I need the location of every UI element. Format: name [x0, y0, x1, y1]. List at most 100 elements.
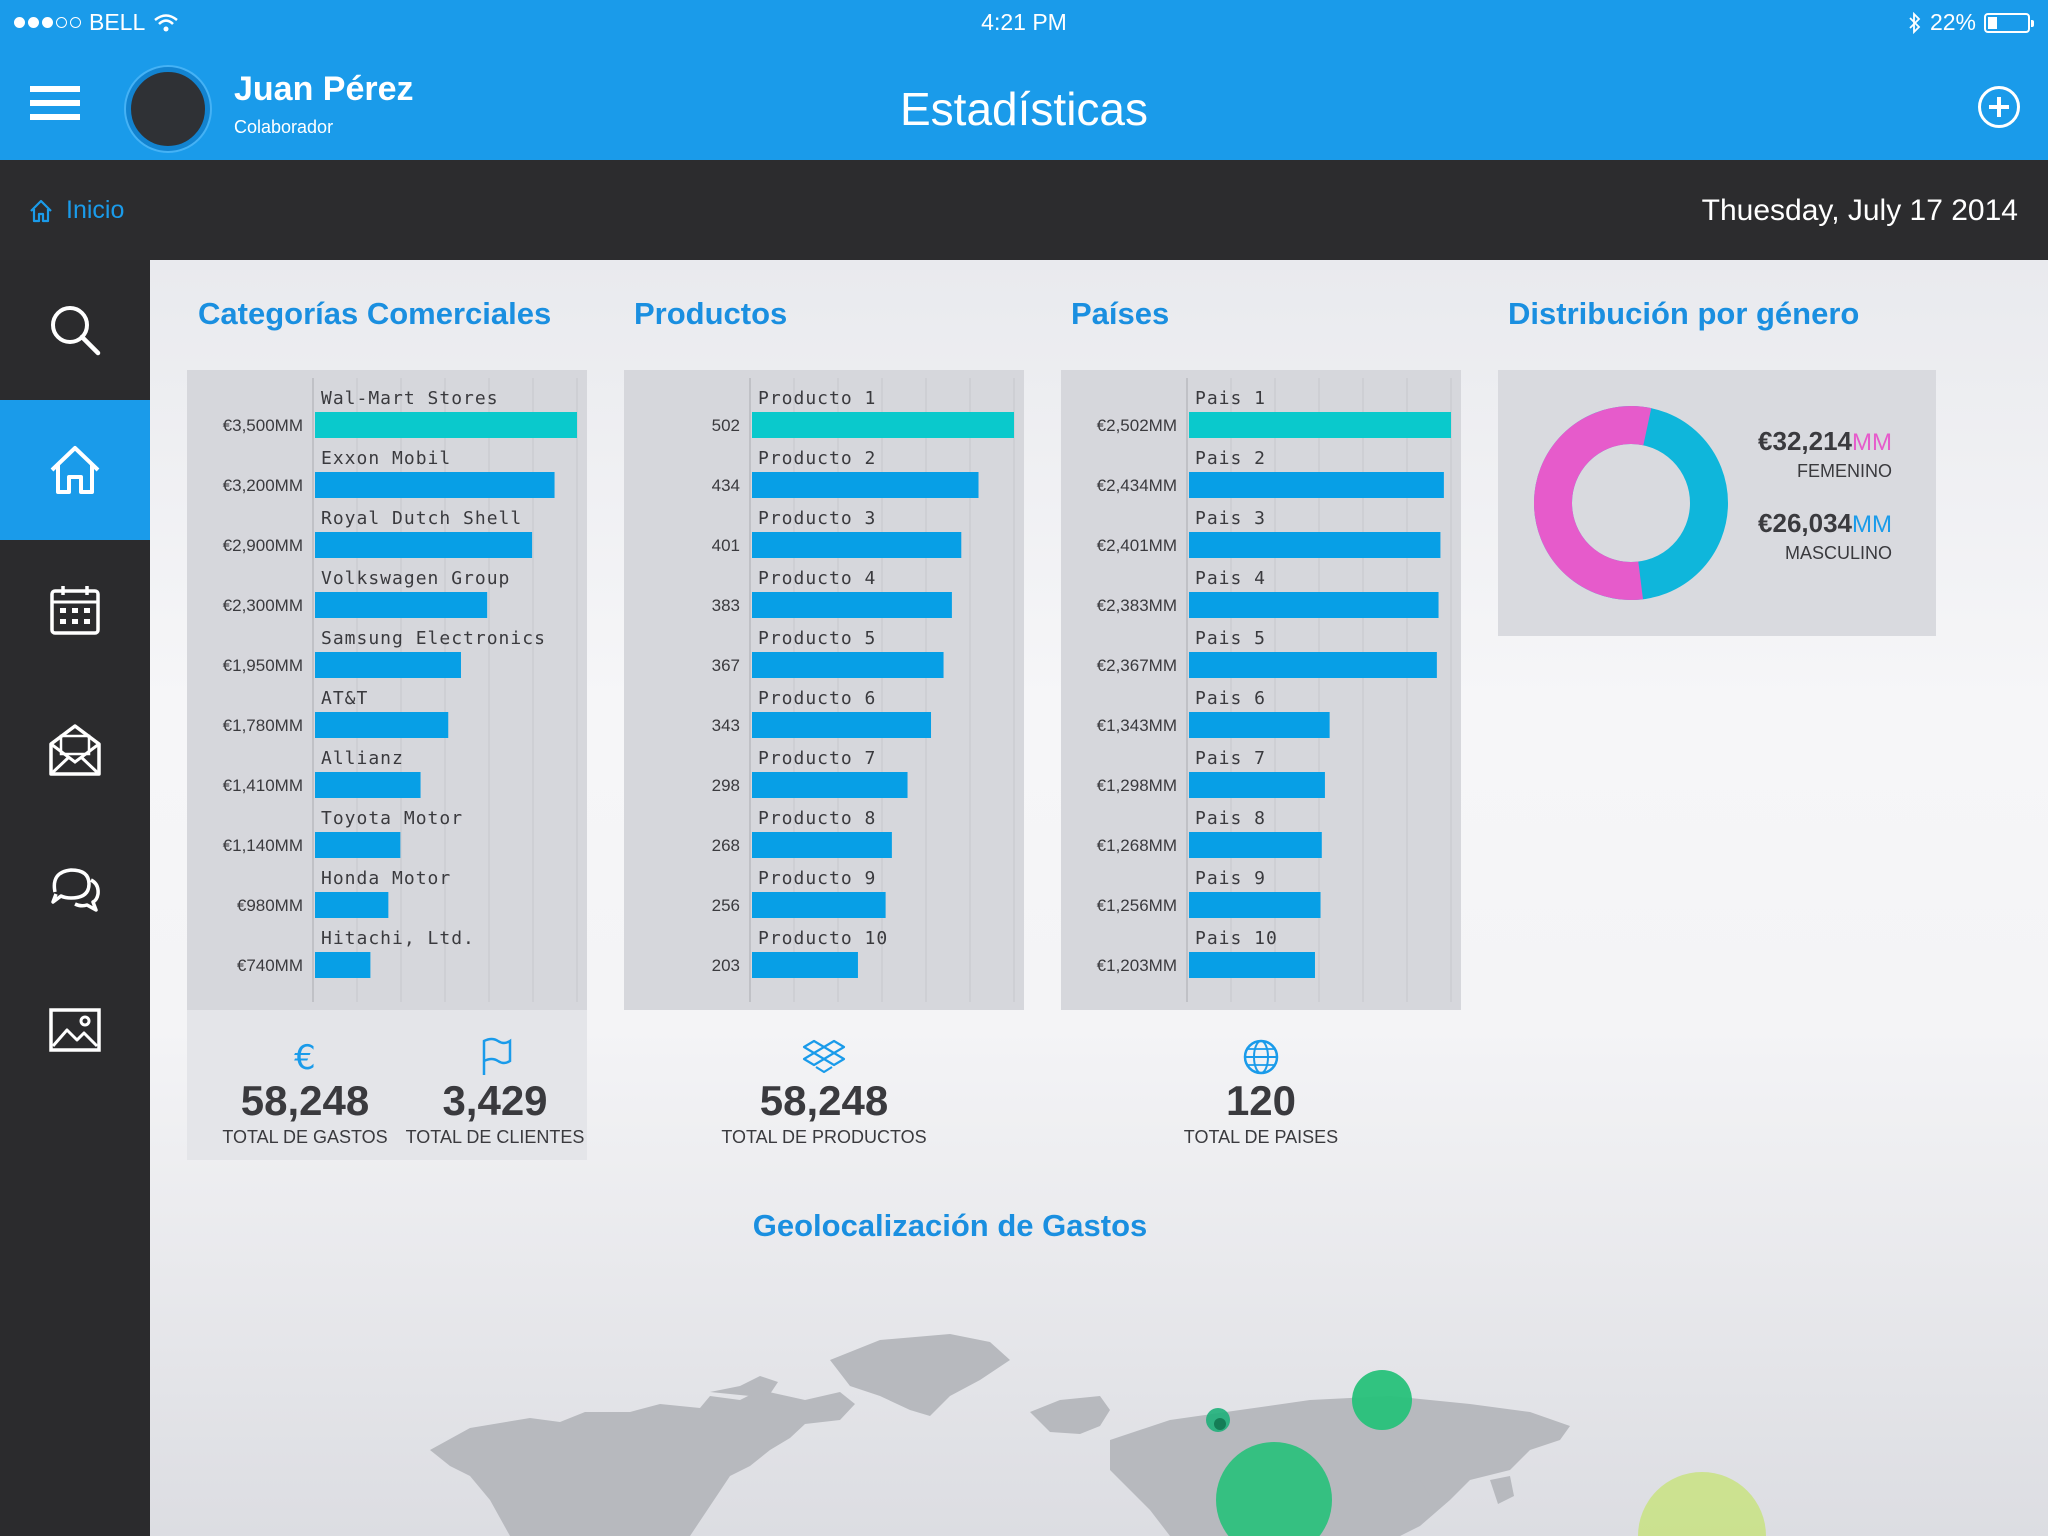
category-label: Producto 2: [758, 448, 876, 469]
bar[interactable]: [752, 532, 962, 558]
home-icon: [30, 199, 52, 222]
total-paises: 120 TOTAL DE PAISES: [1161, 1035, 1361, 1148]
bar[interactable]: [752, 712, 932, 738]
bar[interactable]: [752, 412, 1014, 438]
value-label: 268: [712, 836, 740, 855]
bar[interactable]: [315, 592, 488, 618]
search-icon: [51, 306, 101, 356]
bar[interactable]: [315, 472, 555, 498]
bar[interactable]: [752, 592, 952, 618]
total-gastos-value: 58,248: [240, 1077, 370, 1124]
bar[interactable]: [1189, 772, 1325, 798]
gender-female: €32,214MM FEMENINO: [1758, 426, 1892, 482]
bar[interactable]: [1189, 952, 1315, 978]
category-label: Producto 9: [758, 868, 876, 889]
bar[interactable]: [752, 832, 892, 858]
sidebar-item-mail[interactable]: [0, 680, 150, 820]
value-label: €2,300MM: [223, 596, 303, 615]
category-label: Royal Dutch Shell: [321, 508, 522, 529]
category-label: Pais 1: [1195, 388, 1266, 409]
sidebar-item-calendar[interactable]: [0, 540, 150, 680]
category-label: Producto 10: [758, 928, 888, 949]
category-label: Pais 8: [1195, 808, 1266, 829]
value-label: €1,410MM: [223, 776, 303, 795]
bar[interactable]: [315, 772, 421, 798]
bar[interactable]: [1189, 712, 1330, 738]
sidebar-item-home[interactable]: [0, 400, 150, 540]
section-title-categorias: Categorías Comerciales: [198, 296, 552, 331]
category-label: Samsung Electronics: [321, 628, 546, 649]
value-label: 434: [712, 476, 740, 495]
total-clientes-label: TOTAL DE CLIENTES: [405, 1127, 585, 1147]
bar[interactable]: [1189, 832, 1322, 858]
total-clientes: 3,429 TOTAL DE CLIENTES: [400, 1035, 590, 1148]
category-label: Pais 7: [1195, 748, 1266, 769]
sidebar-item-gallery[interactable]: [0, 960, 150, 1100]
productos-bar-chart: Producto 1 502 Producto 2 434 Producto 3 401 P…: [712, 378, 1015, 1002]
breadcrumb[interactable]: Inicio: [28, 196, 124, 225]
chat-icon: [51, 868, 100, 912]
breadcrumb-bar: Inicio Thuesday, July 17 2014: [0, 160, 2048, 260]
value-label: €1,950MM: [223, 656, 303, 675]
bar[interactable]: [315, 952, 371, 978]
bar[interactable]: [315, 412, 577, 438]
calendar-icon: [50, 586, 100, 635]
battery-percent: 22%: [1929, 9, 1976, 35]
flag-icon: [482, 1037, 512, 1075]
bar[interactable]: [1189, 472, 1444, 498]
bar[interactable]: [752, 652, 944, 678]
total-productos: 58,248 TOTAL DE PRODUCTOS: [704, 1035, 944, 1148]
total-paises-label: TOTAL DE PAISES: [1183, 1127, 1339, 1147]
breadcrumb-home[interactable]: Inicio: [66, 196, 124, 225]
sidebar-item-chat[interactable]: [0, 820, 150, 960]
category-label: Pais 10: [1195, 928, 1278, 949]
bar[interactable]: [752, 772, 908, 798]
category-label: Volkswagen Group: [321, 568, 510, 589]
paises-bar-chart: Pais 1 €2,502MM Pais 2 €2,434MM Pais 3 €2,401…: [1097, 378, 1452, 1002]
bar[interactable]: [752, 952, 858, 978]
categorias-bar-chart: Wal-Mart Stores €3,500MM Exxon Mobil €3,200…: [223, 378, 578, 1002]
bar[interactable]: [752, 472, 979, 498]
gender-panel: €32,214MM FEMENINO €26,034MM MASCULINO: [1498, 370, 1936, 636]
value-label: €1,203MM: [1097, 956, 1177, 975]
page-title: Estadísticas: [900, 83, 1148, 135]
total-clientes-value: 3,429: [442, 1077, 548, 1124]
chart-productos: Producto 1 502 Producto 2 434 Producto 3 401 P…: [624, 370, 1024, 1010]
bluetooth-icon: [1909, 11, 1921, 34]
category-label: Producto 4: [758, 568, 876, 589]
male-label: MASCULINO: [1784, 543, 1892, 563]
value-label: 383: [712, 596, 740, 615]
category-label: Producto 8: [758, 808, 876, 829]
total-productos-value: 58,248: [759, 1077, 889, 1124]
category-label: Honda Motor: [321, 868, 451, 889]
female-unit: MM: [1852, 429, 1892, 456]
bar[interactable]: [315, 832, 401, 858]
bar[interactable]: [1189, 892, 1321, 918]
sidebar-item-search[interactable]: [0, 260, 150, 400]
category-label: Toyota Motor: [321, 808, 463, 829]
section-title-paises: Países: [1071, 296, 1170, 331]
category-label: Producto 1: [758, 388, 876, 409]
bar[interactable]: [1189, 412, 1451, 438]
euro-icon: €: [294, 1038, 316, 1077]
bar[interactable]: [315, 652, 461, 678]
bar[interactable]: [1189, 592, 1439, 618]
bar[interactable]: [315, 892, 389, 918]
value-label: €2,900MM: [223, 536, 303, 555]
bar[interactable]: [1189, 532, 1441, 558]
section-title-geo: Geolocalización de Gastos: [752, 1208, 1148, 1243]
bar[interactable]: [752, 892, 886, 918]
add-button[interactable]: [1978, 86, 2020, 128]
battery-icon: [1984, 12, 2034, 33]
category-label: Producto 5: [758, 628, 876, 649]
bar[interactable]: [315, 532, 533, 558]
value-label: €3,200MM: [223, 476, 303, 495]
bar[interactable]: [315, 712, 449, 738]
category-label: Hitachi, Ltd.: [321, 928, 475, 949]
section-title-genero: Distribución por género: [1508, 296, 1860, 331]
bar[interactable]: [1189, 652, 1437, 678]
home-icon: [50, 446, 100, 494]
category-label: Pais 3: [1195, 508, 1266, 529]
value-label: €1,268MM: [1097, 836, 1177, 855]
section-title-productos: Productos: [634, 296, 788, 331]
